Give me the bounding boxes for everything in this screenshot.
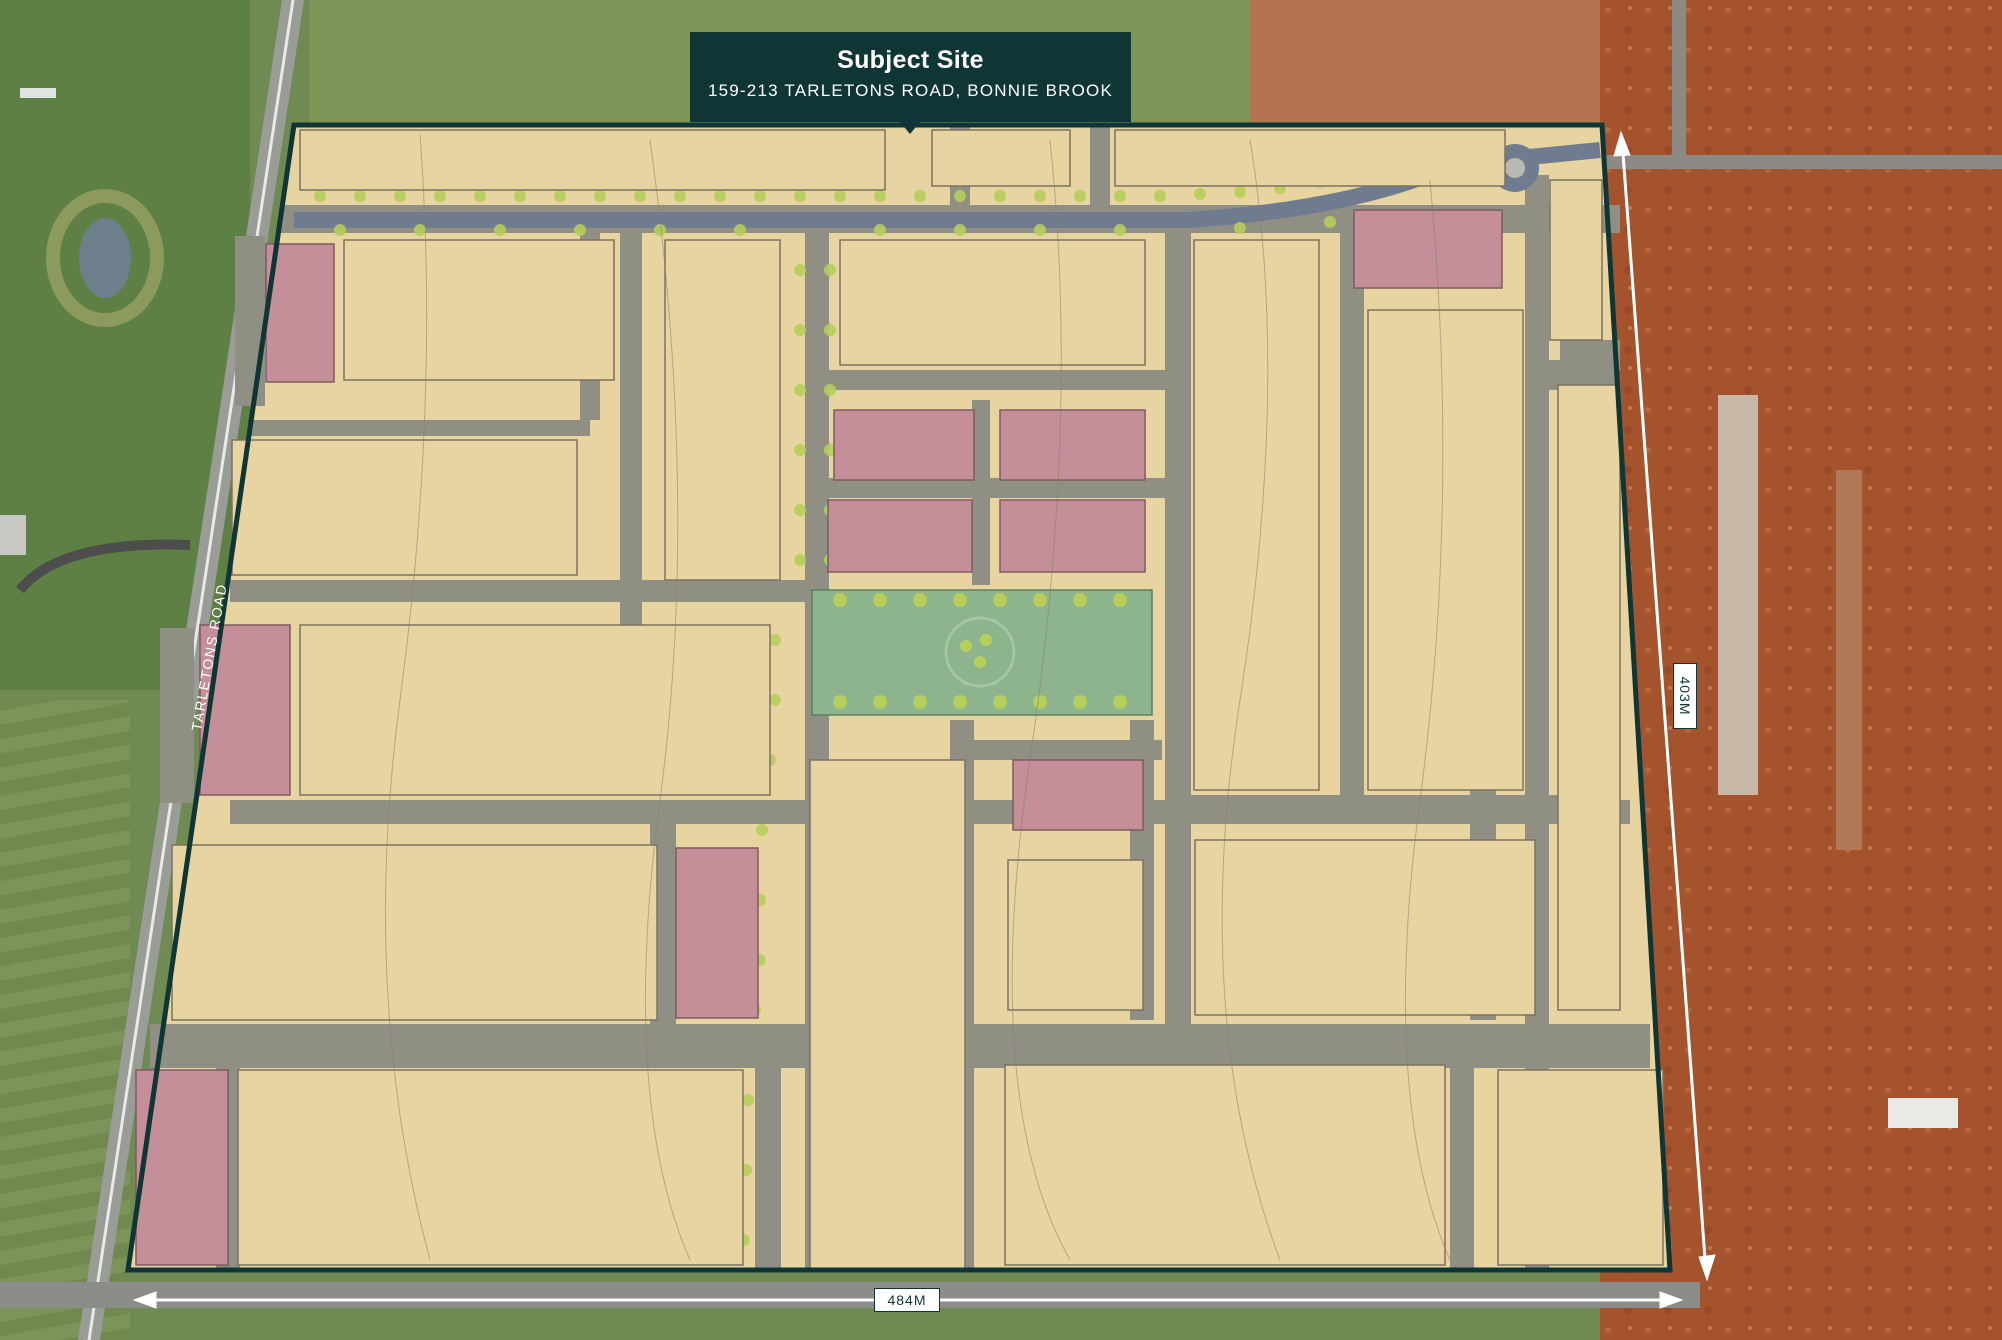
width-dimension-label: 484M (874, 1288, 940, 1312)
subject-site-callout: Subject Site 159-213 TARLETONS ROAD, BON… (690, 32, 1131, 134)
construction-road-north (1600, 155, 2002, 169)
farm-dam (79, 218, 131, 298)
callout-title: Subject Site (837, 46, 984, 74)
construction-stockpile (1888, 1098, 1958, 1128)
open-space-park (811, 589, 1153, 716)
field-northeast (1250, 0, 1600, 122)
roundabout-island (1505, 158, 1525, 178)
site-plan-overlay (0, 0, 2002, 1340)
farm-shed (20, 88, 56, 98)
site-plan-map: Subject Site 159-213 TARLETONS ROAD, BON… (0, 0, 2002, 1340)
callout-address: 159-213 TARLETONS ROAD, BONNIE BROOK (707, 81, 1114, 100)
height-dimension-label: 403M (1673, 663, 1697, 729)
construction-pad-2 (1836, 470, 1862, 850)
construction-pad (1718, 395, 1758, 795)
farm-house (0, 515, 26, 555)
south-road (0, 1282, 1700, 1308)
construction-road-vertical (1672, 0, 1686, 160)
